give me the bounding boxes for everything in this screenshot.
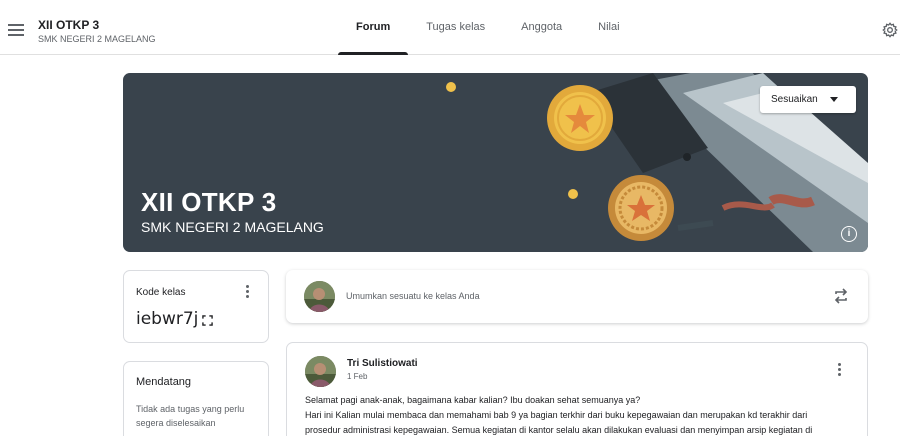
post-date: 1 Feb bbox=[347, 372, 368, 381]
class-banner: XII OTKP 3 SMK NEGERI 2 MAGELANG Sesuaik… bbox=[123, 73, 868, 252]
more-options-icon[interactable] bbox=[246, 285, 250, 299]
announcement-post: Tri Sulistiowati 1 Feb Selamat pagi anak… bbox=[286, 342, 868, 436]
post-author[interactable]: Tri Sulistiowati bbox=[347, 358, 418, 369]
more-options-icon[interactable] bbox=[838, 363, 842, 377]
post-body: Selamat pagi anak-anak, bagaimana kabar … bbox=[305, 393, 860, 436]
banner-title: XII OTKP 3 bbox=[141, 187, 277, 217]
upcoming-empty-text: Tidak ada tugas yang perlu segera disele… bbox=[136, 404, 245, 428]
info-icon[interactable]: i bbox=[841, 226, 857, 242]
tab-classwork[interactable]: Tugas kelas bbox=[408, 0, 503, 55]
customize-label: Sesuaikan bbox=[771, 94, 818, 105]
class-code-label: Kode kelas bbox=[136, 287, 186, 298]
class-school: SMK NEGERI 2 MAGELANG bbox=[38, 34, 156, 44]
top-app-bar: XII OTKP 3 SMK NEGERI 2 MAGELANG Forum T… bbox=[0, 0, 900, 55]
avatar bbox=[304, 281, 335, 312]
repost-icon[interactable] bbox=[833, 287, 849, 305]
coin-illustration-top bbox=[547, 85, 613, 151]
post-line: prosedur administrasi kepegawaian. Semua… bbox=[305, 425, 813, 435]
chevron-down-icon bbox=[829, 97, 838, 102]
tab-people[interactable]: Anggota bbox=[503, 0, 580, 55]
announce-box[interactable]: Umumkan sesuatu ke kelas Anda bbox=[286, 270, 868, 323]
coin-illustration-bottom bbox=[608, 175, 674, 241]
customize-button[interactable]: Sesuaikan bbox=[760, 86, 856, 113]
announce-placeholder: Umumkan sesuatu ke kelas Anda bbox=[346, 291, 480, 301]
upcoming-card: Mendatang Tidak ada tugas yang perlu seg… bbox=[123, 361, 269, 436]
hamburger-menu-icon[interactable] bbox=[8, 24, 24, 36]
banner-subtitle: SMK NEGERI 2 MAGELANG bbox=[141, 219, 324, 235]
class-code-card: Kode kelas iebwr7j bbox=[123, 270, 269, 343]
post-line: Hari ini Kalian mulai membaca dan memaha… bbox=[305, 410, 808, 420]
class-tabs: Forum Tugas kelas Anggota Nilai bbox=[338, 0, 638, 55]
upcoming-title: Mendatang bbox=[136, 376, 192, 388]
class-title[interactable]: XII OTKP 3 bbox=[38, 18, 99, 32]
class-code-value: iebwr7j bbox=[136, 309, 199, 329]
post-line: Selamat pagi anak-anak, bagaimana kabar … bbox=[305, 395, 641, 405]
tab-forum[interactable]: Forum bbox=[338, 0, 409, 55]
tab-grades[interactable]: Nilai bbox=[580, 0, 637, 55]
avatar[interactable] bbox=[305, 356, 336, 387]
fullscreen-icon[interactable] bbox=[202, 315, 213, 326]
gear-icon[interactable] bbox=[882, 22, 898, 38]
